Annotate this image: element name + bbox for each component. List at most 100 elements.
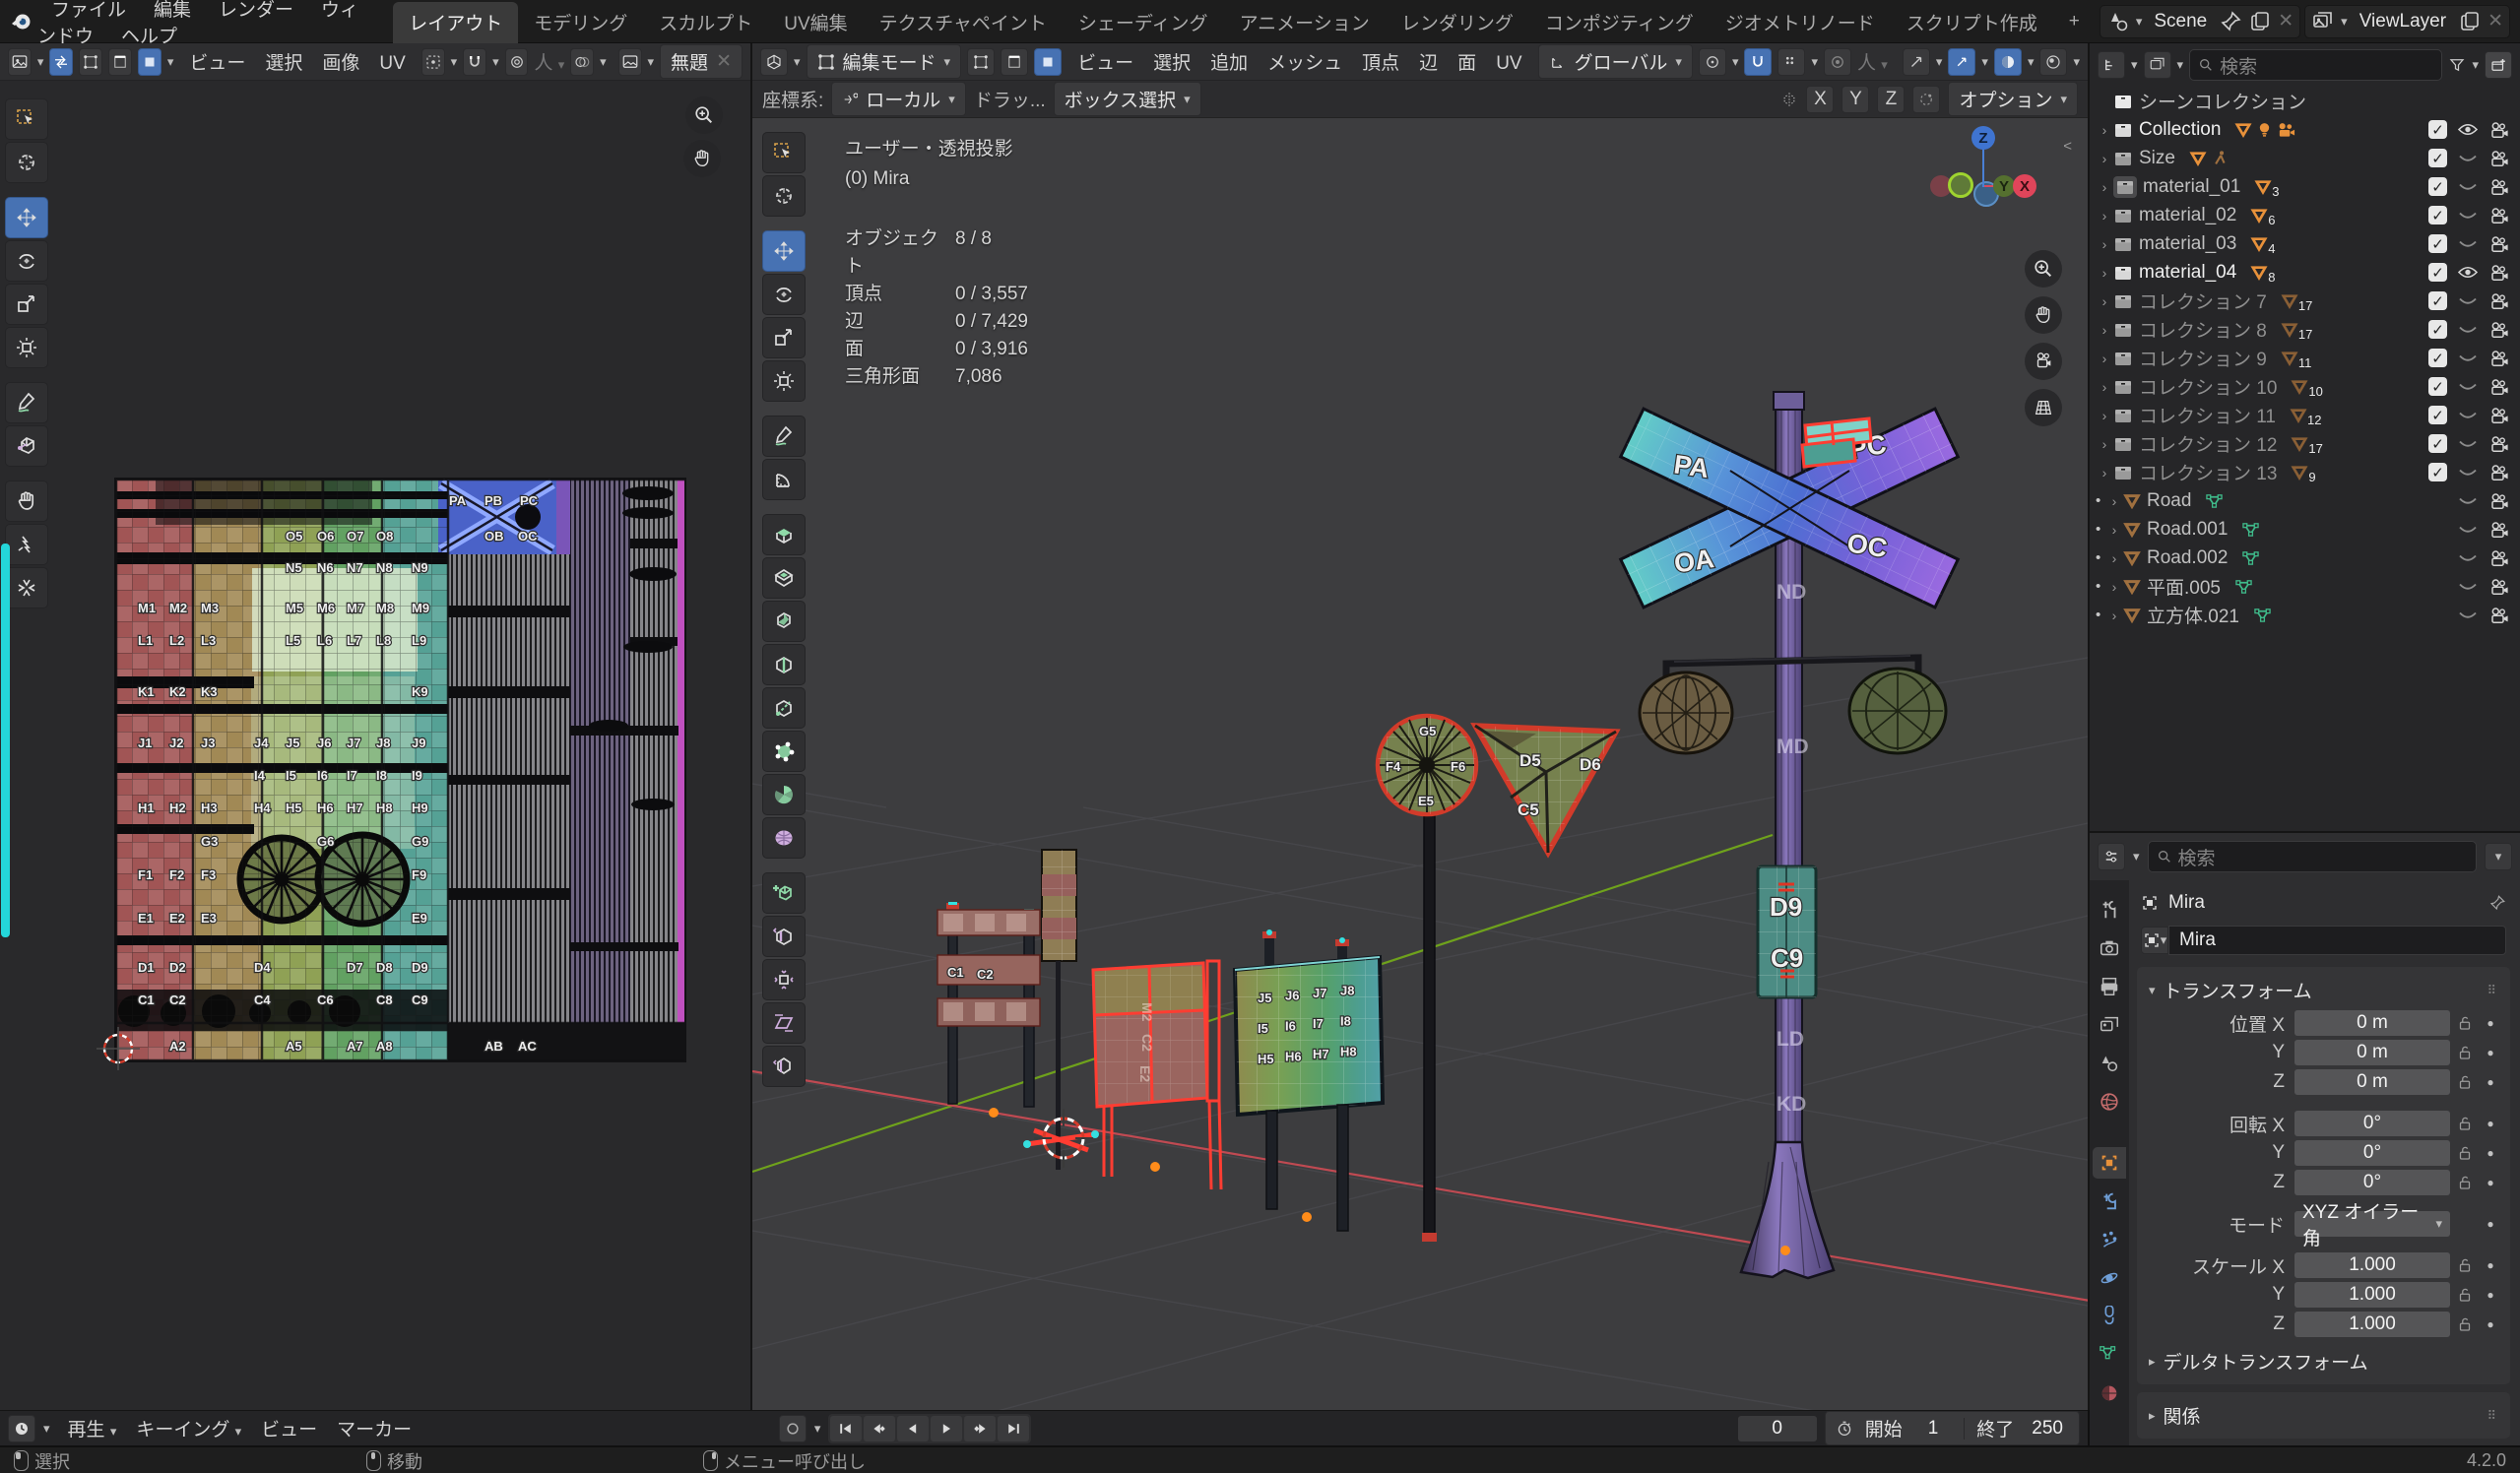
outliner-row-平面.005[interactable]: •›平面.005 [2090, 572, 2520, 601]
expand-arrow[interactable]: › [2096, 322, 2113, 338]
outliner-filter-images-icon[interactable] [2144, 51, 2171, 79]
vp-tool-shrink[interactable] [762, 959, 806, 1000]
expand-arrow[interactable]: › [2096, 265, 2113, 281]
workspace-tab-11[interactable]: スクリプト作成 [1891, 2, 2053, 43]
exclude-checkbox[interactable]: ✓ [2428, 206, 2447, 224]
vp-tool-measure[interactable] [762, 459, 806, 500]
render-visibility-icon[interactable] [2488, 436, 2510, 452]
pivot-icon[interactable] [421, 48, 445, 76]
editor-type-image-icon[interactable] [8, 48, 32, 76]
eye-closed-icon[interactable] [2457, 408, 2479, 422]
animate-dot[interactable]: ● [2480, 1016, 2501, 1030]
shading-material-icon[interactable] [1994, 48, 2022, 76]
eye-closed-icon[interactable] [2457, 236, 2479, 251]
lock-icon[interactable] [2450, 1286, 2480, 1304]
play-reverse-button[interactable] [897, 1416, 929, 1441]
outliner-search[interactable]: 検索 [2189, 49, 2442, 81]
vp-tool-addcube[interactable] [762, 872, 806, 914]
gizmo-y-front-ball[interactable] [1948, 172, 1973, 198]
vp-tool-move[interactable] [762, 230, 806, 272]
snap-mode-icon[interactable] [1777, 48, 1805, 76]
outliner-row-シーンコレクション[interactable]: シーンコレクション [2090, 87, 2520, 115]
vp-tool-transform[interactable] [762, 360, 806, 402]
lock-icon[interactable] [2450, 1256, 2480, 1274]
outliner-row-立方体.021[interactable]: •›立方体.021 [2090, 601, 2520, 629]
expand-arrow[interactable]: › [2096, 122, 2113, 138]
workspace-tab-8[interactable]: レンダリング [1386, 2, 1529, 43]
vp-menu-5[interactable]: 辺 [1409, 50, 1448, 77]
vp-menu-2[interactable]: 追加 [1200, 50, 1258, 77]
exclude-checkbox[interactable]: ✓ [2428, 291, 2447, 310]
workspace-tab-4[interactable]: UV編集 [768, 2, 863, 43]
properties-tab-data[interactable] [2093, 1339, 2126, 1371]
select-tool-selector[interactable]: ボックス選択▾ [1054, 82, 1201, 116]
render-visibility-icon[interactable] [2488, 122, 2510, 138]
eye-closed-icon[interactable] [2457, 493, 2479, 508]
vp-menu-0[interactable]: ビュー [1067, 50, 1143, 77]
properties-options-dropdown[interactable]: ▾ [2485, 843, 2512, 870]
expand-arrow[interactable]: › [2096, 379, 2113, 395]
new-scene-icon[interactable] [2248, 10, 2272, 33]
lock-icon[interactable] [2450, 1115, 2480, 1132]
outliner-row-Road[interactable]: •›Road [2090, 486, 2520, 515]
vp-tool-inset[interactable] [762, 557, 806, 599]
exclude-checkbox[interactable]: ✓ [2428, 406, 2447, 424]
value-field[interactable]: 1.000 [2294, 1252, 2450, 1278]
timeline-menu-3[interactable]: マーカー [327, 1417, 421, 1443]
transform-orientation[interactable]: グローバル▾ [1538, 44, 1693, 79]
properties-tab-modifier[interactable] [2093, 1185, 2126, 1217]
vp-zoom-button[interactable] [2025, 250, 2062, 288]
lock-icon[interactable] [2450, 1174, 2480, 1191]
lock-icon[interactable] [2450, 1315, 2480, 1333]
eye-closed-icon[interactable] [2457, 579, 2479, 594]
mirror-x-button[interactable]: X [1806, 86, 1834, 113]
eye-closed-icon[interactable] [2457, 465, 2479, 480]
vp-menu-6[interactable]: 面 [1448, 50, 1486, 77]
expand-arrow[interactable]: › [2096, 179, 2113, 195]
select-mode-face-button[interactable] [1034, 48, 1062, 76]
outliner-row-Collection[interactable]: ›Collection✓ [2090, 115, 2520, 144]
eye-closed-icon[interactable] [2457, 436, 2479, 451]
properties-tab-scene[interactable] [2093, 1048, 2126, 1079]
vp-ortho-grid-button[interactable] [2025, 389, 2062, 426]
properties-tab-constraints[interactable] [2093, 1301, 2126, 1332]
object-name-field[interactable]: Mira [2168, 926, 2506, 955]
outliner-row-Size[interactable]: ›Size✓ [2090, 144, 2520, 172]
animate-dot[interactable]: ● [2480, 1146, 2501, 1160]
eye-open-icon[interactable] [2457, 122, 2479, 137]
vp-menu-4[interactable]: 頂点 [1352, 50, 1409, 77]
value-field[interactable]: 1.000 [2294, 1282, 2450, 1308]
uv-canvas[interactable]: PAPBPCO5O6O7O8OBOCN5N6N7N8N9M1M2M3M5M6M7… [0, 81, 750, 1410]
start-frame-field[interactable]: 1 [1914, 1418, 1953, 1440]
eye-closed-icon[interactable] [2457, 151, 2479, 165]
properties-tab-material[interactable] [2093, 1377, 2126, 1409]
vp-tool-loopcut[interactable] [762, 644, 806, 685]
value-field[interactable]: 0 m [2294, 1010, 2450, 1036]
snap-target-icon[interactable] [1699, 48, 1726, 76]
value-field[interactable]: 0 m [2294, 1040, 2450, 1065]
render-visibility-icon[interactable] [2488, 493, 2510, 509]
pin-icon[interactable] [2488, 894, 2506, 912]
vp-tool-shear[interactable] [762, 1002, 806, 1044]
workspace-tab-7[interactable]: アニメーション [1224, 2, 1386, 43]
eye-open-icon[interactable] [2457, 265, 2479, 280]
uv-menu-1[interactable]: 選択 [255, 50, 312, 77]
outliner-display-mode-icon[interactable] [2098, 51, 2125, 79]
current-frame-field[interactable]: 0 [1738, 1416, 1817, 1441]
rotation-mode-dropdown[interactable]: XYZ オイラー角▾ [2294, 1211, 2450, 1237]
expand-arrow[interactable]: › [2096, 236, 2113, 252]
expand-arrow[interactable]: › [2096, 351, 2113, 366]
outliner-row-Road.002[interactable]: •›Road.002 [2090, 544, 2520, 572]
exclude-checkbox[interactable]: ✓ [2428, 377, 2447, 396]
uv-select-vertex-button[interactable] [79, 48, 102, 76]
jump-to-start-button[interactable] [830, 1416, 862, 1441]
vp-menu-3[interactable]: メッシュ [1258, 50, 1352, 77]
exclude-checkbox[interactable]: ✓ [2428, 263, 2447, 282]
value-field[interactable]: 0° [2294, 1111, 2450, 1136]
outliner-row-コレクション 12[interactable]: ›コレクション 1217✓ [2090, 429, 2520, 458]
outliner-row-コレクション 11[interactable]: ›コレクション 1112✓ [2090, 401, 2520, 429]
render-visibility-icon[interactable] [2488, 179, 2510, 195]
outliner-row-material_02[interactable]: ›material_026✓ [2090, 201, 2520, 229]
topbar-menu-2[interactable]: レンダー [205, 0, 307, 25]
image-browse-icon[interactable] [618, 48, 642, 76]
